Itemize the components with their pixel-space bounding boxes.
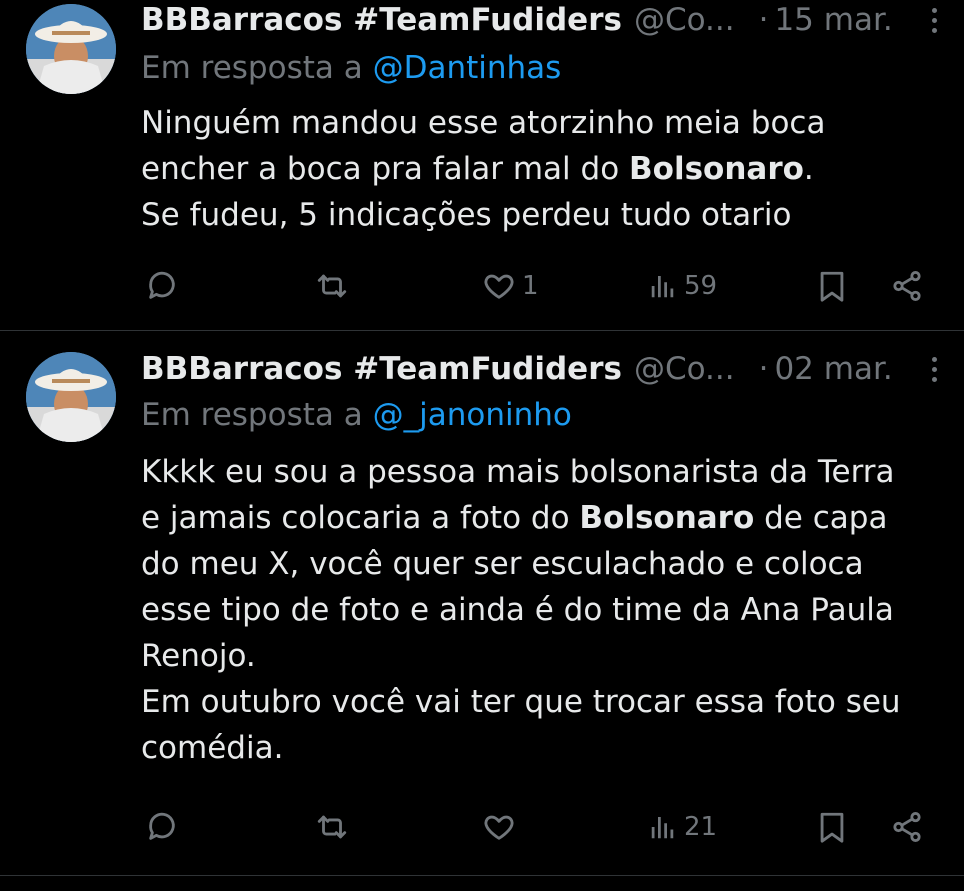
bookmark-button[interactable] bbox=[815, 807, 849, 847]
retweet-button[interactable] bbox=[313, 807, 351, 847]
more-icon[interactable] bbox=[926, 7, 942, 33]
text-segment: Em outubro você vai ter que trocar essa … bbox=[141, 684, 901, 720]
bookmark-button[interactable] bbox=[815, 266, 849, 306]
tweet[interactable]: BBBarracos #TeamFudiders @Co... · 02 mar… bbox=[0, 331, 964, 876]
separator: · bbox=[758, 351, 769, 387]
tweet-text-line: Renojo. bbox=[141, 633, 944, 679]
text-segment: de capa bbox=[754, 500, 888, 536]
tweet-text-line: comédia. bbox=[141, 725, 944, 771]
tweet-text-line: Ninguém mandou esse atorzinho meia boca bbox=[141, 100, 944, 146]
reply-prefix: Em resposta a bbox=[141, 397, 363, 433]
avatar[interactable] bbox=[26, 4, 116, 94]
tweet[interactable]: BBBarracos #TeamFudiders @Co... · 15 mar… bbox=[0, 0, 964, 331]
tweet-date[interactable]: 02 mar. bbox=[774, 351, 892, 387]
reply-mention[interactable]: @_janoninho bbox=[373, 397, 572, 433]
reply-prefix: Em resposta a bbox=[141, 50, 363, 86]
like-button[interactable]: 1 bbox=[482, 266, 539, 306]
tweet-text: Ninguém mandou esse atorzinho meia boca … bbox=[141, 100, 944, 238]
tweet-text: Kkkk eu sou a pessoa mais bolsonarista d… bbox=[141, 449, 944, 771]
share-button[interactable] bbox=[890, 266, 924, 306]
tweet-text-line: Kkkk eu sou a pessoa mais bolsonarista d… bbox=[141, 449, 944, 495]
reply-button[interactable] bbox=[145, 807, 179, 847]
views-button[interactable]: 21 bbox=[648, 807, 717, 847]
views-icon bbox=[651, 817, 674, 839]
tweet-header: BBBarracos #TeamFudiders @Co... · 02 mar… bbox=[141, 349, 942, 389]
bold-text: Bolsonaro bbox=[579, 500, 755, 536]
tweet-text-line: esse tipo de foto e ainda é do time da A… bbox=[141, 587, 944, 633]
tweet-date[interactable]: 15 mar. bbox=[774, 2, 892, 38]
text-segment: Renojo. bbox=[141, 638, 256, 674]
user-handle[interactable]: @Co... bbox=[634, 351, 735, 387]
display-name[interactable]: BBBarracos #TeamFudiders bbox=[141, 351, 622, 387]
text-segment: Se fudeu, 5 indicações perdeu tudo otari… bbox=[141, 197, 792, 233]
more-icon[interactable] bbox=[926, 356, 942, 382]
bookmark-icon bbox=[820, 812, 844, 843]
views-button[interactable]: 59 bbox=[648, 266, 717, 306]
bookmark-icon bbox=[820, 271, 844, 302]
tweet-text-line: Em outubro você vai ter que trocar essa … bbox=[141, 679, 944, 725]
share-icon bbox=[893, 811, 921, 843]
reply-icon bbox=[149, 812, 175, 840]
views-icon bbox=[651, 276, 674, 298]
action-bar: 1 59 bbox=[0, 266, 964, 306]
tweet-text-line: do meu X, você quer ser esculachado e co… bbox=[141, 541, 944, 587]
reply-context: Em resposta a @_janoninho bbox=[141, 397, 572, 433]
separator: · bbox=[758, 2, 769, 38]
action-bar: 21 bbox=[0, 807, 964, 847]
retweet-icon bbox=[317, 274, 347, 298]
like-button[interactable] bbox=[482, 807, 522, 847]
reply-icon bbox=[149, 271, 175, 299]
text-segment: Ninguém mandou esse atorzinho meia boca bbox=[141, 105, 826, 141]
view-count: 21 bbox=[684, 812, 718, 842]
tweet-text-line: Se fudeu, 5 indicações perdeu tudo otari… bbox=[141, 192, 944, 238]
text-segment: . bbox=[803, 151, 814, 187]
like-count: 1 bbox=[522, 271, 539, 301]
tweet-text-line: encher a boca pra falar mal do Bolsonaro… bbox=[141, 146, 944, 192]
share-button[interactable] bbox=[890, 807, 924, 847]
text-segment: Kkkk eu sou a pessoa mais bolsonarista d… bbox=[141, 454, 895, 490]
user-handle[interactable]: @Co... bbox=[634, 2, 735, 38]
bold-text: Bolsonaro bbox=[629, 151, 804, 187]
text-segment: comédia. bbox=[141, 730, 284, 766]
retweet-button[interactable] bbox=[313, 266, 351, 306]
retweet-icon bbox=[317, 815, 347, 839]
reply-mention[interactable]: @Dantinhas bbox=[373, 50, 562, 86]
reply-button[interactable] bbox=[145, 266, 179, 306]
text-segment: do meu X, você quer ser esculachado e co… bbox=[141, 546, 864, 582]
share-icon bbox=[893, 270, 921, 302]
view-count: 59 bbox=[684, 271, 718, 301]
text-segment: e jamais colocaria a foto do bbox=[141, 500, 580, 536]
tweet-header: BBBarracos #TeamFudiders @Co... · 15 mar… bbox=[141, 0, 942, 40]
heart-icon bbox=[484, 274, 514, 299]
reply-context: Em resposta a @Dantinhas bbox=[141, 50, 561, 86]
text-segment: encher a boca pra falar mal do bbox=[141, 151, 630, 187]
tweet-text-line: e jamais colocaria a foto do Bolsonaro d… bbox=[141, 495, 944, 541]
text-segment: esse tipo de foto e ainda é do time da A… bbox=[141, 592, 894, 628]
heart-icon bbox=[484, 815, 514, 840]
avatar[interactable] bbox=[26, 352, 116, 442]
display-name[interactable]: BBBarracos #TeamFudiders bbox=[141, 2, 622, 38]
